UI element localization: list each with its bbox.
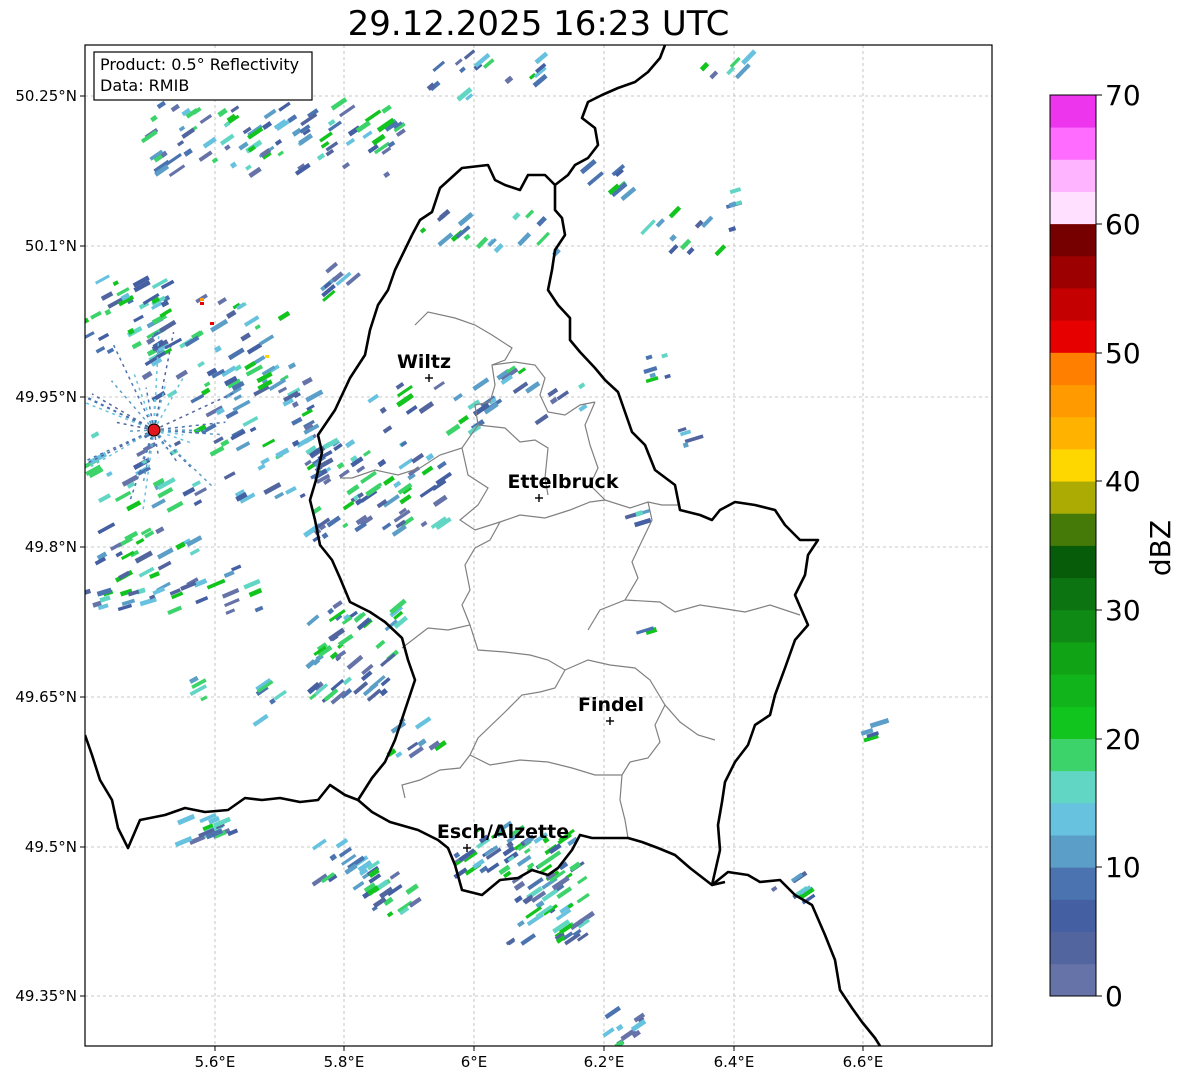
city-label-esch-alzette: Esch/Alzette	[437, 821, 569, 843]
colorbar-segment	[1050, 577, 1096, 611]
city-label-ettelbruck: Ettelbruck	[508, 471, 619, 493]
colorbar-tick-label: 70	[1105, 79, 1141, 112]
colorbar-tick-label: 0	[1105, 980, 1123, 1013]
radar-site-marker	[147, 423, 161, 437]
colorbar-segment	[1050, 191, 1096, 225]
colorbar-segment	[1050, 320, 1096, 353]
colorbar-segment	[1050, 609, 1096, 643]
lon-axis: 5.6°E 5.8°E 6°E 6.2°E 6.4°E 6.6°E	[195, 1046, 884, 1071]
lat-tick-label: 49.35°N	[15, 987, 77, 1005]
canton-borders	[340, 311, 801, 839]
lat-tick-label: 49.5°N	[25, 838, 77, 856]
wiltz-marker	[425, 374, 433, 382]
colorbar-segment	[1050, 223, 1096, 257]
colorbar-segment	[1050, 963, 1096, 997]
colorbar-tick-label: 30	[1105, 594, 1141, 627]
lat-tick-label: 49.95°N	[15, 388, 77, 406]
colorbar-segment	[1050, 738, 1096, 772]
colorbar	[1049, 94, 1097, 997]
colorbar-segment	[1050, 255, 1096, 289]
lon-tick-label: 6.2°E	[584, 1053, 625, 1071]
lon-tick-label: 5.8°E	[324, 1053, 365, 1071]
colorbar-segment	[1050, 384, 1096, 418]
info-box: Product: 0.5° Reflectivity Data: RMIB	[93, 51, 313, 101]
colorbar-segment	[1050, 706, 1096, 739]
colorbar-segment	[1050, 352, 1096, 386]
colorbar-segment	[1050, 899, 1096, 933]
colorbar-segment	[1050, 770, 1096, 804]
radar-echoes	[85, 49, 890, 1046]
lat-tick-label: 49.65°N	[15, 688, 77, 706]
colorbar-tick-label: 60	[1105, 208, 1141, 241]
colorbar-segment	[1050, 642, 1096, 675]
lon-tick-label: 5.6°E	[195, 1053, 236, 1071]
lat-axis: 50.25°N 50.1°N 49.95°N 49.8°N 49.65°N 49…	[15, 87, 85, 1005]
colorbar-segment	[1050, 481, 1096, 514]
colorbar-tick-label: 20	[1105, 723, 1141, 756]
colorbar-segment	[1050, 416, 1096, 450]
colorbar-tick-label: 50	[1105, 337, 1141, 370]
colorbar-segment	[1050, 931, 1096, 965]
findel-marker	[606, 717, 614, 725]
radar-site	[147, 423, 161, 437]
info-product: Product: 0.5° Reflectivity	[100, 55, 299, 74]
colorbar-segment	[1050, 95, 1096, 128]
colorbar-segment	[1050, 159, 1096, 192]
lon-tick-label: 6°E	[461, 1053, 488, 1071]
country-borders	[85, 45, 882, 1046]
colorbar-label: dBZ	[1144, 520, 1177, 576]
colorbar-segment	[1050, 545, 1096, 579]
colorbar-segment	[1050, 513, 1096, 546]
colorbar-segment	[1050, 802, 1096, 836]
ettelbruck-marker	[535, 494, 543, 502]
lat-tick-label: 49.8°N	[25, 538, 77, 556]
colorbar-tick-label: 10	[1105, 851, 1141, 884]
colorbar-ticks: 0 10 20 30 40 50 60 70	[1096, 79, 1141, 1013]
lon-tick-label: 6.6°E	[843, 1053, 884, 1071]
colorbar-segment	[1050, 867, 1096, 900]
colorbar-tick-label: 40	[1105, 465, 1141, 498]
lat-tick-label: 50.1°N	[25, 237, 77, 255]
info-data-source: Data: RMIB	[100, 76, 189, 95]
city-label-wiltz: Wiltz	[397, 351, 451, 373]
city-markers	[425, 374, 614, 852]
colorbar-segment	[1050, 288, 1096, 321]
lon-tick-label: 6.4°E	[714, 1053, 755, 1071]
colorbar-segment	[1050, 674, 1096, 707]
radar-map: Wiltz Ettelbruck Findel Esch/Alzette Pro…	[15, 44, 1177, 1071]
lat-tick-label: 50.25°N	[15, 87, 77, 105]
colorbar-segment	[1050, 448, 1096, 482]
colorbar-segment	[1050, 127, 1096, 160]
colorbar-segment	[1050, 835, 1096, 868]
city-label-findel: Findel	[578, 694, 644, 716]
